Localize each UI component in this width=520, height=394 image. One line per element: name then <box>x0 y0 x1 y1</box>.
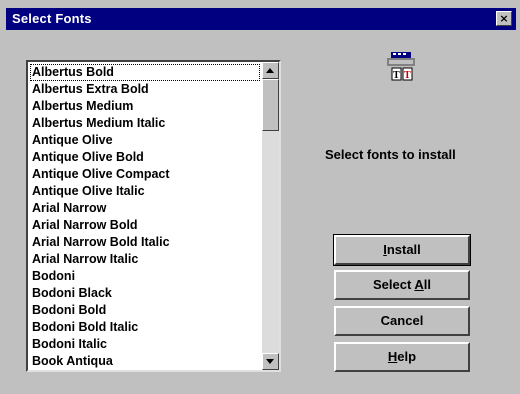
instruction-text: Select fonts to install <box>325 147 456 162</box>
title-bar[interactable]: Select Fonts × <box>6 8 516 30</box>
font-list-item[interactable]: Albertus Medium Italic <box>30 115 260 132</box>
select-all-label-accel: A <box>414 277 424 292</box>
font-list-items: Albertus Bold Albertus Extra Bold Albertus… <box>30 64 260 370</box>
font-list-item[interactable]: Antique Olive <box>30 132 260 149</box>
font-list-item[interactable]: Arial Narrow <box>30 200 260 217</box>
install-label-post: nstall <box>386 242 421 257</box>
font-list-item[interactable]: Antique Olive Compact <box>30 166 260 183</box>
font-list-item[interactable]: Antique Olive Italic <box>30 183 260 200</box>
font-list-item[interactable]: Arial Narrow Bold <box>30 217 260 234</box>
scroll-down-button[interactable] <box>262 353 279 370</box>
cancel-label: Cancel <box>380 313 424 328</box>
scroll-up-button[interactable] <box>262 62 279 79</box>
select-all-label-post: ll <box>423 277 432 292</box>
font-list-item[interactable]: Arial Narrow Bold Italic <box>30 234 260 251</box>
close-button[interactable]: × <box>496 11 512 26</box>
font-list-item[interactable]: Albertus Medium <box>30 98 260 115</box>
svg-text:T: T <box>404 70 411 81</box>
install-button[interactable]: Install <box>333 234 471 266</box>
svg-text:T: T <box>393 70 400 81</box>
list-scrollbar[interactable] <box>262 62 279 370</box>
help-button[interactable]: Help <box>334 342 470 372</box>
select-all-label-pre: Select <box>372 277 415 292</box>
font-list-item[interactable]: Bodoni Italic <box>30 336 260 353</box>
font-listbox[interactable]: Albertus Bold Albertus Extra Bold Albertus… <box>26 60 281 372</box>
font-list-item[interactable]: Arial Narrow Italic <box>30 251 260 268</box>
select-fonts-dialog: Select Fonts × Albertus Bold Albertus Ext… <box>0 0 520 394</box>
font-list-item[interactable]: Albertus Extra Bold <box>30 81 260 98</box>
arrow-down-icon <box>266 359 274 364</box>
select-all-button[interactable]: Select All <box>334 270 470 300</box>
dialog-title: Select Fonts <box>12 11 92 26</box>
close-icon: × <box>499 12 509 25</box>
cancel-button[interactable]: Cancel <box>334 306 470 336</box>
font-list-item[interactable]: Antique Olive Bold <box>30 149 260 166</box>
font-list-item[interactable]: Albertus Bold <box>30 64 260 81</box>
font-list-item[interactable]: Bodoni <box>30 268 260 285</box>
font-list-item[interactable]: Bodoni Bold <box>30 302 260 319</box>
printer-fonts-icon: T T <box>387 52 415 81</box>
arrow-up-icon <box>266 68 274 73</box>
font-list-item[interactable]: Bodoni Bold Italic <box>30 319 260 336</box>
font-list-item[interactable]: Book Antiqua <box>30 353 260 370</box>
help-label-accel: H <box>387 349 398 364</box>
font-list-item[interactable]: Bodoni Black <box>30 285 260 302</box>
scroll-thumb[interactable] <box>262 79 279 131</box>
help-label-post: elp <box>397 349 417 364</box>
